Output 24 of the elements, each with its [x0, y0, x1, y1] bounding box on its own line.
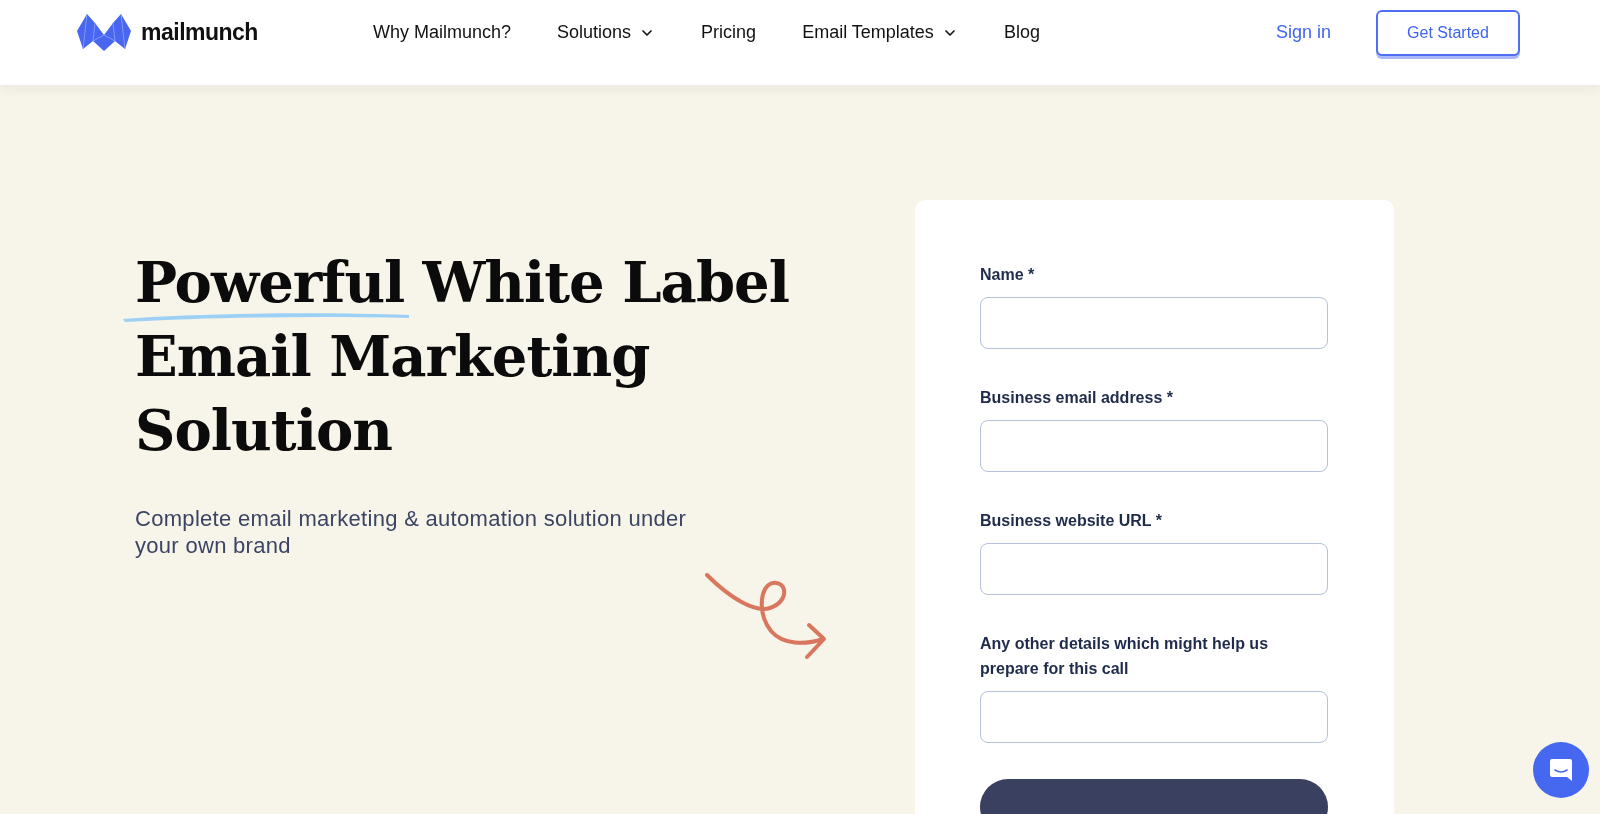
hero-heading-text: Powerful [135, 249, 405, 315]
hero-subtitle: Complete email marketing & automation solution under your own brand [135, 505, 688, 559]
input-field[interactable] [980, 420, 1328, 472]
chat-icon [1548, 757, 1574, 783]
field-label: Name * [980, 265, 1036, 285]
nav-link[interactable]: Pricing [701, 19, 757, 46]
logo-text[interactable]: mailmunch [141, 15, 258, 50]
nav-link[interactable]: Email Templates [802, 19, 958, 46]
logo-icon [75, 12, 133, 53]
sign-in-link[interactable]: Sign in [1275, 19, 1331, 46]
input-field[interactable] [980, 543, 1328, 595]
hero-heading-text: Solution [135, 396, 392, 465]
field-label: Any other details which might help us prepare for this call [980, 634, 1270, 679]
input-field[interactable] [980, 691, 1328, 743]
nav-link[interactable]: Solutions [557, 19, 656, 46]
get-started-button[interactable]: Get Started [1376, 9, 1520, 56]
hero-heading-text: Email Marketing [135, 322, 650, 391]
nav-link[interactable]: Why Mailmunch? [373, 19, 512, 46]
field-label: Business website URL * [980, 511, 1163, 531]
input-field[interactable] [980, 297, 1328, 349]
field-label: Business email address * [980, 388, 1174, 408]
hero-heading-text: White Label [422, 248, 789, 317]
nav-link[interactable]: Blog [1003, 19, 1040, 46]
chat-button[interactable] [1533, 742, 1589, 798]
